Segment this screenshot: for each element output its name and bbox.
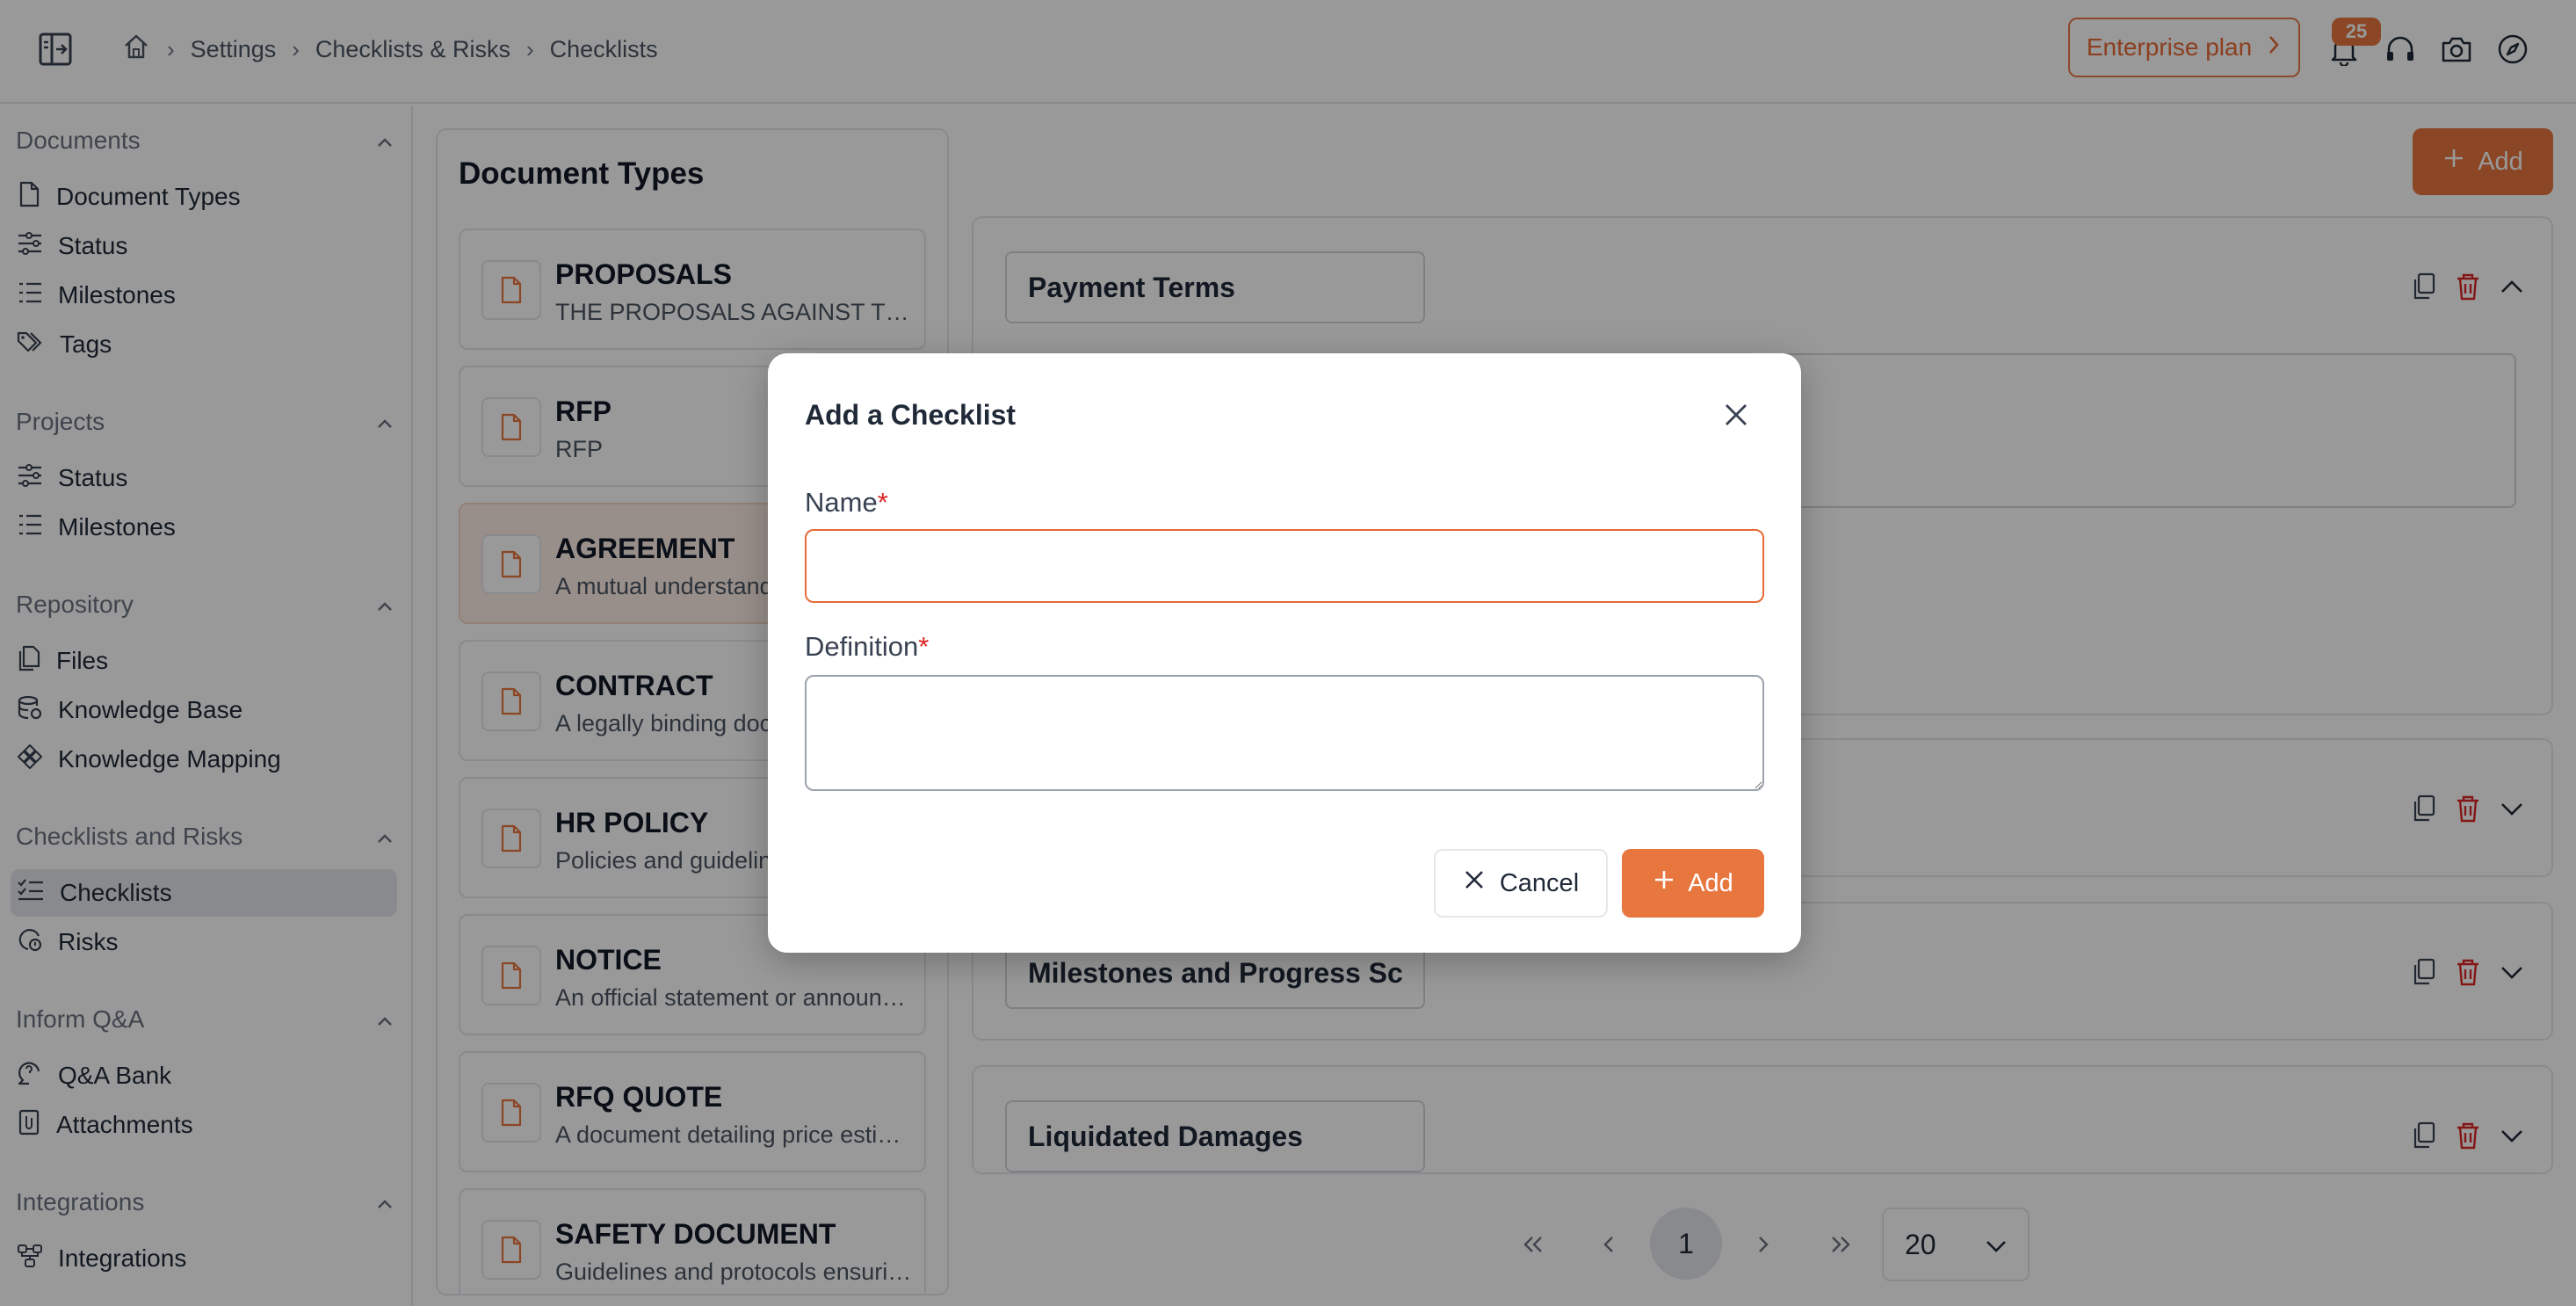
add-checklist-modal: Add a Checklist Name* Definition* Cancel… — [768, 353, 1801, 953]
add-label: Add — [1688, 868, 1733, 897]
name-label-text: Name — [805, 487, 878, 518]
required-mark: * — [918, 631, 930, 662]
modal-title: Add a Checklist — [805, 399, 1017, 431]
add-button[interactable]: Add — [1622, 849, 1764, 918]
name-input[interactable] — [805, 529, 1764, 603]
definition-textarea[interactable] — [805, 675, 1764, 791]
required-mark: * — [877, 487, 888, 518]
close-icon — [1463, 868, 1486, 898]
plus-icon — [1653, 868, 1675, 898]
cancel-label: Cancel — [1499, 868, 1580, 897]
definition-label-text: Definition — [805, 631, 919, 662]
cancel-button[interactable]: Cancel — [1434, 849, 1608, 918]
name-label: Name* — [805, 487, 888, 519]
close-icon[interactable] — [1717, 395, 1755, 434]
definition-label: Definition* — [805, 631, 929, 663]
